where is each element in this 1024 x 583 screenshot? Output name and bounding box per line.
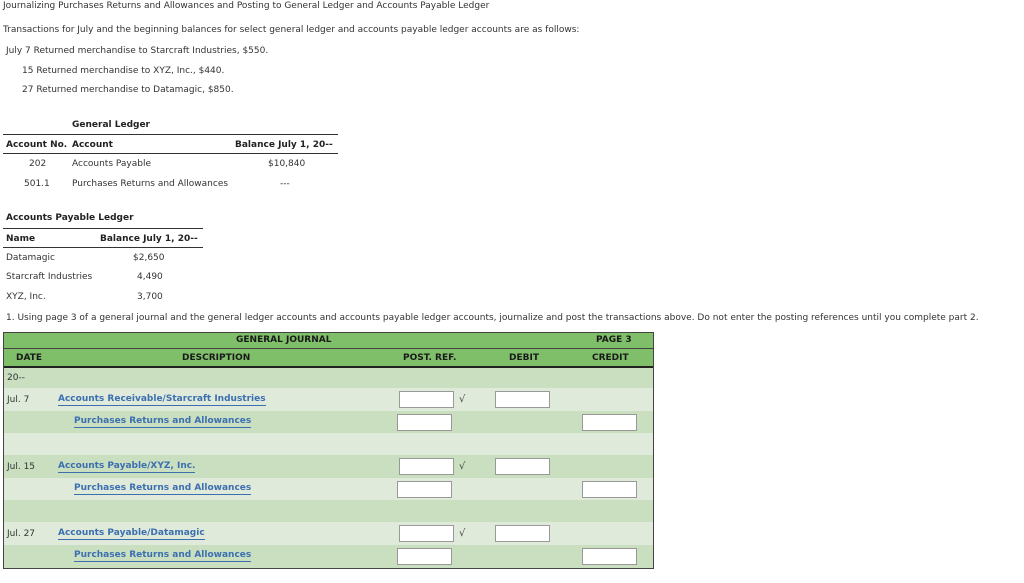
- journal-year: 20--: [7, 373, 25, 383]
- credit-account-name: Purchases Returns and Allowances: [74, 550, 252, 562]
- journal-row: Purchases Returns and Allowances: [4, 545, 653, 568]
- debit-input[interactable]: [495, 525, 550, 542]
- post-ref-input[interactable]: [397, 548, 452, 565]
- post-ref-input[interactable]: [399, 458, 454, 475]
- transaction-line: 27 Returned merchandise to Datamagic, $8…: [22, 85, 234, 95]
- ap-vendor-name: XYZ, Inc.: [6, 292, 46, 302]
- instruction-text: 1. Using page 3 of a general journal and…: [6, 313, 979, 323]
- journal-title: GENERAL JOURNAL: [236, 335, 332, 345]
- gl-balance: $10,840: [268, 159, 306, 169]
- divider: [3, 153, 338, 154]
- journal-row: Jul. 7 Accounts Receivable/Starcraft Ind…: [4, 388, 653, 411]
- credit-input[interactable]: [582, 414, 637, 431]
- col-debit: DEBIT: [509, 353, 539, 363]
- gl-account-no: 202: [29, 159, 47, 169]
- divider: [3, 247, 203, 248]
- col-description: DESCRIPTION: [182, 353, 251, 363]
- post-ref-input[interactable]: [399, 525, 454, 542]
- divider: [3, 134, 338, 135]
- col-credit: CREDIT: [592, 353, 629, 363]
- ap-balance: 3,700: [137, 292, 163, 302]
- page-title: Journalizing Purchases Returns and Allow…: [3, 1, 490, 11]
- debit-account-name: Accounts Payable/XYZ, Inc.: [58, 461, 196, 473]
- debit-input[interactable]: [495, 458, 550, 475]
- transaction-line: 15 Returned merchandise to XYZ, Inc., $4…: [22, 66, 225, 76]
- post-ref-input[interactable]: [399, 391, 454, 408]
- journal-title-row: GENERAL JOURNAL PAGE 3: [4, 333, 653, 348]
- post-ref-input[interactable]: [397, 481, 452, 498]
- entry-date: Jul. 27: [7, 529, 36, 539]
- gl-col-account: Account: [72, 140, 113, 150]
- journal-row: [4, 500, 653, 522]
- journal-row: 20--: [4, 368, 653, 388]
- general-journal: GENERAL JOURNAL PAGE 3 DATE DESCRIPTION …: [3, 332, 654, 569]
- gl-balance: ---: [280, 179, 290, 189]
- col-post-ref: POST. REF.: [403, 353, 457, 363]
- debit-account-name: Accounts Receivable/Starcraft Industries: [58, 394, 266, 406]
- credit-input[interactable]: [582, 481, 637, 498]
- gl-account-name: Accounts Payable: [72, 159, 152, 169]
- journal-row: [4, 433, 653, 455]
- credit-account-name: Purchases Returns and Allowances: [74, 416, 252, 428]
- ap-vendor-name: Datamagic: [6, 253, 55, 263]
- check-mark-icon: √: [459, 461, 466, 472]
- ap-ledger-heading: Accounts Payable Ledger: [6, 213, 134, 223]
- journal-row: Purchases Returns and Allowances: [4, 478, 653, 500]
- debit-account-name: Accounts Payable/Datamagic: [58, 528, 205, 540]
- journal-header-row: DATE DESCRIPTION POST. REF. DEBIT CREDIT: [4, 349, 653, 366]
- journal-page: PAGE 3: [596, 335, 632, 345]
- gl-account-name: Purchases Returns and Allowances: [72, 179, 229, 189]
- check-mark-icon: √: [459, 528, 466, 539]
- intro-text: Transactions for July and the beginning …: [3, 25, 580, 35]
- ap-balance: 4,490: [137, 272, 163, 282]
- credit-input[interactable]: [582, 548, 637, 565]
- general-ledger-heading: General Ledger: [72, 120, 150, 130]
- transaction-line: July 7 Returned merchandise to Starcraft…: [6, 46, 269, 56]
- gl-account-no: 501.1: [24, 179, 50, 189]
- ap-col-balance: Balance July 1, 20--: [100, 234, 198, 244]
- gl-col-balance: Balance July 1, 20--: [235, 140, 333, 150]
- entry-date: Jul. 15: [7, 462, 36, 472]
- ap-balance: $2,650: [133, 253, 165, 263]
- ap-col-name: Name: [6, 234, 36, 244]
- divider: [3, 228, 203, 229]
- journal-row: Purchases Returns and Allowances: [4, 411, 653, 433]
- check-mark-icon: √: [459, 394, 466, 405]
- post-ref-input[interactable]: [397, 414, 452, 431]
- debit-input[interactable]: [495, 391, 550, 408]
- ap-vendor-name: Starcraft Industries: [6, 272, 93, 282]
- journal-row: Jul. 27 Accounts Payable/Datamagic √: [4, 522, 653, 545]
- journal-row: Jul. 15 Accounts Payable/XYZ, Inc. √: [4, 455, 653, 478]
- col-date: DATE: [16, 353, 43, 363]
- credit-account-name: Purchases Returns and Allowances: [74, 483, 252, 495]
- entry-date: Jul. 7: [7, 395, 30, 405]
- gl-col-account-no: Account No.: [6, 140, 68, 150]
